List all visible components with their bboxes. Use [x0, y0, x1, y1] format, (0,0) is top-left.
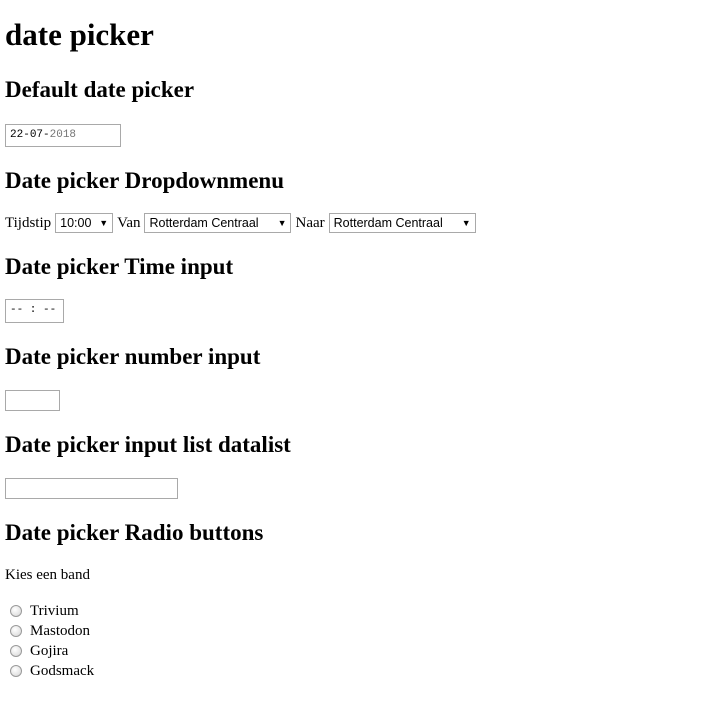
radio-prompt: Kies een band [5, 567, 90, 583]
number-heading: Date picker number input [5, 344, 261, 369]
radio-option-gojira[interactable]: Gojira [10, 641, 68, 661]
dropdown-arrow-icon: ▼ [277, 218, 287, 228]
datalist-heading: Date picker input list datalist [5, 432, 291, 457]
radio-heading: Date picker Radio buttons [5, 520, 264, 545]
date-month[interactable]: 07 [30, 129, 43, 141]
radio-button-icon[interactable] [10, 625, 22, 637]
dropdown-heading: Date picker Dropdownmenu [5, 168, 284, 193]
naar-label: Naar [295, 214, 325, 231]
van-select[interactable]: Rotterdam Centraal ▼ [144, 213, 292, 233]
time-heading: Date picker Time input [5, 254, 234, 279]
radio-button-icon[interactable] [10, 645, 22, 657]
radio-button-icon[interactable] [10, 665, 22, 677]
tijdstip-select[interactable]: 10:00 ▼ [55, 213, 114, 233]
page-title: date picker [5, 17, 154, 52]
tijdstip-label: Tijdstip [5, 214, 52, 231]
radio-option-godsmack[interactable]: Godsmack [10, 661, 94, 681]
date-year[interactable]: 2018 [50, 129, 76, 141]
van-label: Van [117, 214, 141, 231]
time-input[interactable]: -- : -- [5, 299, 64, 323]
naar-select[interactable]: Rotterdam Centraal ▼ [328, 213, 476, 233]
dropdown-row: Tijdstip 10:00 ▼ Van Rotterdam Centraal … [5, 213, 480, 233]
radio-button-icon[interactable] [10, 605, 22, 617]
number-input[interactable] [5, 390, 60, 411]
date-day[interactable]: 22 [10, 129, 23, 141]
default-date-heading: Default date picker [5, 77, 195, 102]
radio-option-mastodon[interactable]: Mastodon [10, 621, 90, 641]
dropdown-arrow-icon: ▼ [99, 218, 109, 228]
date-input[interactable]: 22-07-2018 [5, 124, 121, 147]
radio-option-trivium[interactable]: Trivium [10, 601, 79, 621]
dropdown-arrow-icon: ▼ [461, 218, 471, 228]
datalist-input[interactable] [5, 478, 178, 499]
